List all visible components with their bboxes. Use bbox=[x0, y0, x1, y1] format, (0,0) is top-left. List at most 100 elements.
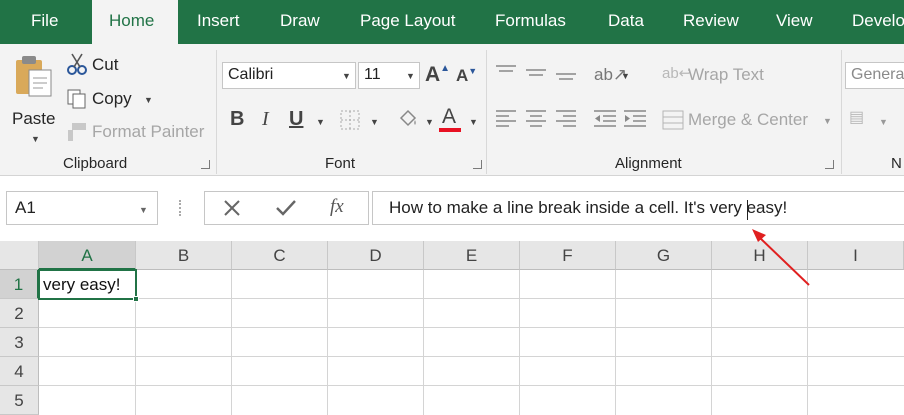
tab-formulas[interactable]: Formulas bbox=[495, 0, 566, 44]
number-group-label: N bbox=[891, 155, 902, 172]
font-launcher-icon[interactable] bbox=[473, 160, 482, 169]
fill-color-icon[interactable] bbox=[397, 108, 419, 130]
bottom-align-icon[interactable] bbox=[555, 64, 577, 82]
bold-icon[interactable]: B bbox=[230, 109, 244, 129]
gridline bbox=[39, 327, 904, 328]
font-name-dropdown-icon[interactable]: ▼ bbox=[342, 71, 351, 81]
cut-button[interactable]: Cut bbox=[66, 52, 136, 78]
number-format-value: Genera bbox=[851, 66, 904, 83]
worksheet-grid[interactable]: A B C D E F G H I 1 2 3 4 5 very easy! bbox=[0, 241, 904, 415]
column-header-i[interactable]: I bbox=[808, 241, 904, 270]
tab-data[interactable]: Data bbox=[608, 0, 644, 44]
row-header-4[interactable]: 4 bbox=[0, 357, 39, 386]
wrap-text-button[interactable]: ab↩ Wrap Text bbox=[662, 64, 780, 90]
select-all-corner[interactable] bbox=[0, 241, 39, 270]
tab-view[interactable]: View bbox=[776, 0, 813, 44]
copy-button[interactable]: Copy ▼ bbox=[66, 86, 158, 112]
clipboard-group-label: Clipboard bbox=[63, 155, 128, 172]
column-header-b[interactable]: B bbox=[136, 241, 232, 270]
gridline bbox=[39, 298, 904, 299]
tab-home[interactable]: Home bbox=[92, 0, 178, 44]
cell-a1[interactable]: very easy! bbox=[38, 269, 137, 300]
fill-handle[interactable] bbox=[133, 296, 139, 302]
decrease-indent-icon[interactable] bbox=[593, 108, 617, 128]
group-divider bbox=[841, 50, 842, 174]
format-painter-icon bbox=[68, 123, 86, 141]
font-size-dropdown-icon[interactable]: ▼ bbox=[406, 71, 415, 81]
underline-dropdown-icon[interactable]: ▼ bbox=[316, 117, 325, 127]
tab-file[interactable]: File bbox=[31, 0, 58, 44]
group-divider bbox=[216, 50, 217, 174]
increase-indent-icon[interactable] bbox=[623, 108, 647, 128]
tab-page-layout[interactable]: Page Layout bbox=[360, 0, 455, 44]
name-box[interactable]: A1 bbox=[6, 191, 158, 225]
row-header-2[interactable]: 2 bbox=[0, 299, 39, 328]
tab-review[interactable]: Review bbox=[683, 0, 739, 44]
middle-align-icon[interactable] bbox=[525, 64, 547, 82]
paste-icon bbox=[16, 56, 52, 97]
formula-input[interactable]: How to make a line break inside a cell. … bbox=[372, 191, 904, 225]
align-center-icon[interactable] bbox=[525, 108, 547, 128]
scissors-icon bbox=[67, 53, 87, 75]
orientation-dropdown-icon[interactable]: ▼ bbox=[621, 71, 630, 81]
borders-dropdown-icon[interactable]: ▼ bbox=[370, 117, 379, 127]
column-header-d[interactable]: D bbox=[328, 241, 424, 270]
gridline bbox=[39, 356, 904, 357]
column-header-a[interactable]: A bbox=[39, 241, 136, 270]
align-left-icon[interactable] bbox=[495, 108, 517, 128]
merge-center-dropdown-icon[interactable]: ▼ bbox=[823, 116, 832, 126]
ribbon: Paste ▼ Cut Copy ▼ Format Painter Clipbo… bbox=[0, 44, 904, 176]
wrap-text-icon: ab↩ bbox=[662, 65, 692, 82]
cancel-icon[interactable] bbox=[222, 198, 242, 218]
text-cursor bbox=[747, 200, 748, 220]
tab-developer[interactable]: Develo bbox=[852, 0, 904, 44]
gridline bbox=[519, 270, 520, 415]
column-header-h[interactable]: H bbox=[712, 241, 808, 270]
row-header-3[interactable]: 3 bbox=[0, 328, 39, 357]
gridline bbox=[231, 270, 232, 415]
formula-buttons: fx bbox=[204, 191, 369, 225]
gridline bbox=[327, 270, 328, 415]
underline-icon[interactable]: U bbox=[289, 109, 303, 129]
merge-center-icon bbox=[662, 110, 684, 130]
insert-function-button[interactable]: fx bbox=[330, 196, 344, 218]
alignment-group-label: Alignment bbox=[615, 155, 682, 172]
enter-check-icon[interactable] bbox=[275, 198, 297, 218]
fill-color-dropdown-icon[interactable]: ▼ bbox=[425, 117, 434, 127]
copy-icon bbox=[67, 89, 86, 109]
align-right-icon[interactable] bbox=[555, 108, 577, 128]
formula-bar-splitter[interactable] bbox=[179, 200, 182, 216]
borders-icon[interactable] bbox=[340, 110, 360, 130]
cell-a1-value: very easy! bbox=[43, 275, 121, 294]
accounting-format-dropdown-icon[interactable]: ▼ bbox=[879, 117, 888, 127]
cut-label: Cut bbox=[92, 55, 119, 74]
number-format-select[interactable]: Genera bbox=[845, 62, 904, 89]
paste-button[interactable]: Paste ▼ bbox=[6, 50, 60, 146]
font-color-icon[interactable]: A bbox=[442, 106, 456, 127]
decrease-font-size-icon[interactable]: A▼ bbox=[456, 67, 477, 85]
paste-dropdown-icon[interactable]: ▼ bbox=[31, 134, 40, 144]
merge-center-button[interactable]: Merge & Center ▼ bbox=[662, 107, 838, 133]
accounting-format-icon[interactable]: ▤ bbox=[849, 110, 864, 126]
italic-icon[interactable]: I bbox=[262, 109, 269, 129]
name-box-dropdown-icon[interactable]: ▼ bbox=[139, 205, 148, 215]
font-color-dropdown-icon[interactable]: ▼ bbox=[469, 117, 478, 127]
format-painter-label: Format Painter bbox=[92, 122, 205, 141]
column-header-e[interactable]: E bbox=[424, 241, 520, 270]
column-header-c[interactable]: C bbox=[232, 241, 328, 270]
tab-draw[interactable]: Draw bbox=[280, 0, 320, 44]
clipboard-launcher-icon[interactable] bbox=[201, 160, 210, 169]
column-header-f[interactable]: F bbox=[520, 241, 616, 270]
row-header-1[interactable]: 1 bbox=[0, 270, 39, 299]
tab-insert[interactable]: Insert bbox=[197, 0, 240, 44]
alignment-launcher-icon[interactable] bbox=[825, 160, 834, 169]
format-painter-button[interactable]: Format Painter bbox=[66, 119, 210, 145]
copy-dropdown-icon[interactable]: ▼ bbox=[144, 95, 153, 105]
column-header-g[interactable]: G bbox=[616, 241, 712, 270]
gridline bbox=[711, 270, 712, 415]
font-name-select[interactable]: Calibri bbox=[222, 62, 356, 89]
gridline bbox=[423, 270, 424, 415]
increase-font-size-icon[interactable]: A▲ bbox=[425, 64, 450, 86]
row-header-5[interactable]: 5 bbox=[0, 386, 39, 415]
top-align-icon[interactable] bbox=[495, 64, 517, 82]
